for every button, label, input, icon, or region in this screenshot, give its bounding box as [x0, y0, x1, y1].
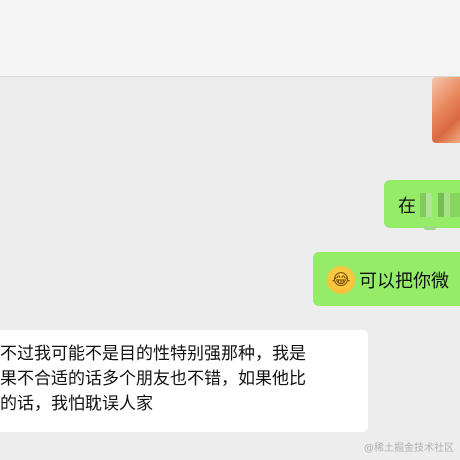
contact-avatar[interactable]	[432, 77, 460, 143]
incoming-message-bubble[interactable]: 不过我可能不是目的性特别强那种，我是 果不合适的话多个朋友也不错，如果他比 的话…	[0, 330, 368, 432]
message-line: 不过我可能不是目的性特别强那种，我是	[0, 344, 306, 364]
message-line: 的话，我怕耽误人家	[0, 394, 153, 414]
chat-title-bar	[0, 0, 460, 77]
outgoing-message-bubble[interactable]: 😂 可以把你微	[313, 252, 460, 306]
message-text: 可以把你微	[359, 271, 449, 292]
watermark: @稀土掘金技术社区	[364, 443, 454, 454]
message-line: 果不合适的话多个朋友也不错，如果他比	[0, 369, 306, 389]
redacted-mark	[424, 226, 436, 230]
laughing-emoji-icon: 😂	[327, 266, 355, 294]
message-text: 在	[398, 196, 416, 217]
redacted-mosaic	[420, 193, 460, 217]
